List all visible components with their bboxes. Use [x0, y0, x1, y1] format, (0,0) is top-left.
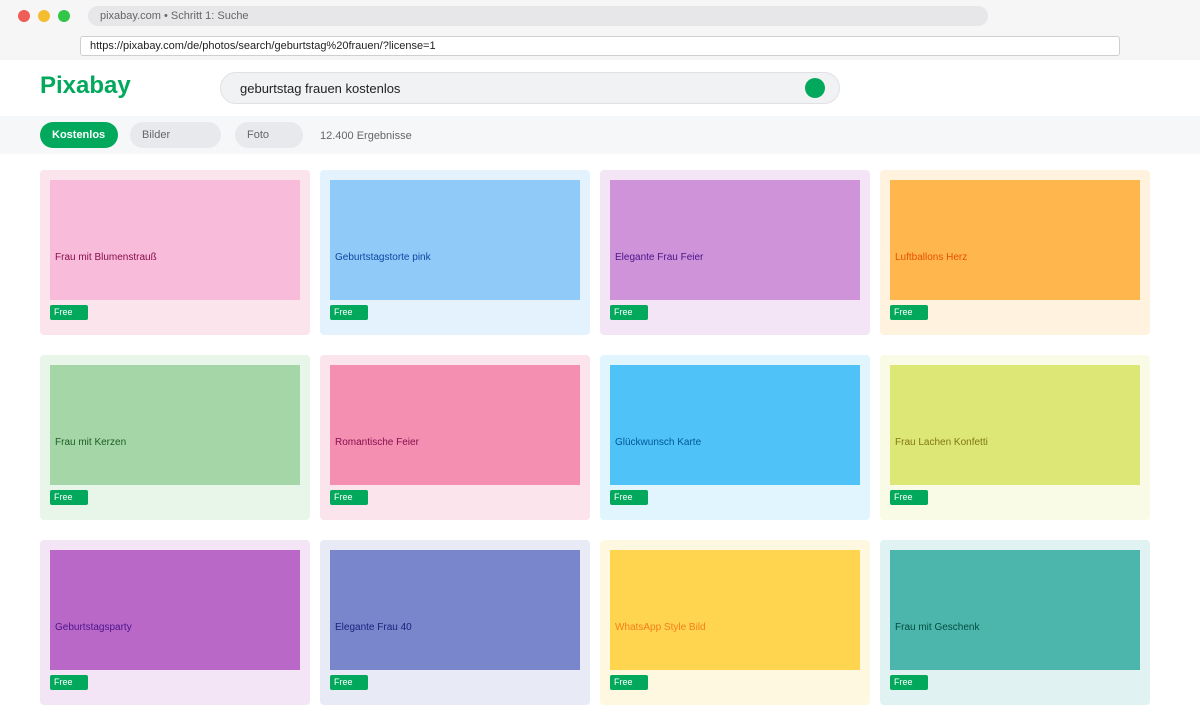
- result-thumbnail[interactable]: Geburtstagstorte pink: [330, 180, 580, 300]
- free-badge: Free: [890, 305, 928, 320]
- free-badge: Free: [890, 675, 928, 690]
- minimize-window-icon[interactable]: [38, 10, 50, 22]
- result-title: Frau mit Kerzen: [55, 437, 127, 448]
- filter-bar: Kostenlos Bilder Foto 12.400 Ergebnisse: [0, 116, 1200, 154]
- browser-titlebar: pixabay.com • Schritt 1: Suche: [0, 0, 1200, 32]
- result-title: Luftballons Herz: [895, 252, 968, 263]
- free-badge: Free: [610, 675, 648, 690]
- free-badge: Free: [50, 305, 88, 320]
- result-thumbnail[interactable]: Glückwunsch Karte: [610, 365, 860, 485]
- result-title: Glückwunsch Karte: [615, 437, 702, 448]
- search-query[interactable]: geburtstag frauen kostenlos: [240, 81, 400, 96]
- free-badge: Free: [50, 675, 88, 690]
- free-badge: Free: [330, 490, 368, 505]
- result-card[interactable]: Elegante Frau 40 Free: [320, 540, 590, 705]
- result-thumbnail[interactable]: WhatsApp Style Bild: [610, 550, 860, 670]
- free-badge: Free: [610, 490, 648, 505]
- close-window-icon[interactable]: [18, 10, 30, 22]
- result-card[interactable]: Frau mit Blumenstrauß Free: [40, 170, 310, 335]
- filter-kind-dropdown[interactable]: Foto: [235, 122, 303, 148]
- site-header: Pixabay geburtstag frauen kostenlos: [0, 60, 1200, 116]
- search-input[interactable]: geburtstag frauen kostenlos: [220, 72, 840, 104]
- result-card[interactable]: WhatsApp Style Bild Free: [600, 540, 870, 705]
- filter-type-dropdown[interactable]: Bilder: [130, 122, 221, 148]
- result-thumbnail[interactable]: Elegante Frau 40: [330, 550, 580, 670]
- result-card[interactable]: Romantische Feier Free: [320, 355, 590, 520]
- result-card[interactable]: Frau mit Kerzen Free: [40, 355, 310, 520]
- result-card[interactable]: Elegante Frau Feier Free: [600, 170, 870, 335]
- result-card[interactable]: Frau Lachen Konfetti Free: [880, 355, 1150, 520]
- result-thumbnail[interactable]: Frau mit Blumenstrauß: [50, 180, 300, 300]
- result-title: Romantische Feier: [335, 437, 419, 448]
- result-thumbnail[interactable]: Romantische Feier: [330, 365, 580, 485]
- free-badge: Free: [50, 490, 88, 505]
- search-button-icon[interactable]: [805, 78, 825, 98]
- result-card[interactable]: Luftballons Herz Free: [880, 170, 1150, 335]
- filter-kostenlos-chip[interactable]: Kostenlos: [40, 122, 118, 148]
- result-thumbnail[interactable]: Frau Lachen Konfetti: [890, 365, 1140, 485]
- result-title: Frau mit Geschenk: [895, 622, 980, 633]
- result-card[interactable]: Frau mit Geschenk Free: [880, 540, 1150, 705]
- free-badge: Free: [330, 675, 368, 690]
- address-row: https://pixabay.com/de/photos/search/geb…: [0, 32, 1200, 60]
- free-badge: Free: [890, 490, 928, 505]
- pixabay-logo[interactable]: Pixabay: [40, 72, 131, 100]
- result-title: WhatsApp Style Bild: [615, 622, 706, 633]
- result-card[interactable]: Geburtstagstorte pink Free: [320, 170, 590, 335]
- result-title: Elegante Frau 40: [335, 622, 412, 633]
- result-title: Frau Lachen Konfetti: [895, 437, 988, 448]
- browser-tab[interactable]: pixabay.com • Schritt 1: Suche: [88, 6, 988, 26]
- free-badge: Free: [610, 305, 648, 320]
- result-count: 12.400 Ergebnisse: [320, 130, 412, 142]
- result-title: Frau mit Blumenstrauß: [55, 252, 157, 263]
- result-card[interactable]: Geburtstagsparty Free: [40, 540, 310, 705]
- free-badge: Free: [330, 305, 368, 320]
- result-title: Elegante Frau Feier: [615, 252, 704, 263]
- result-thumbnail[interactable]: Luftballons Herz: [890, 180, 1140, 300]
- maximize-window-icon[interactable]: [58, 10, 70, 22]
- result-thumbnail[interactable]: Geburtstagsparty: [50, 550, 300, 670]
- result-thumbnail[interactable]: Frau mit Kerzen: [50, 365, 300, 485]
- result-title: Geburtstagstorte pink: [335, 252, 431, 263]
- result-title: Geburtstagsparty: [55, 622, 132, 633]
- result-card[interactable]: Glückwunsch Karte Free: [600, 355, 870, 520]
- result-thumbnail[interactable]: Frau mit Geschenk: [890, 550, 1140, 670]
- result-thumbnail[interactable]: Elegante Frau Feier: [610, 180, 860, 300]
- address-bar[interactable]: https://pixabay.com/de/photos/search/geb…: [80, 36, 1120, 56]
